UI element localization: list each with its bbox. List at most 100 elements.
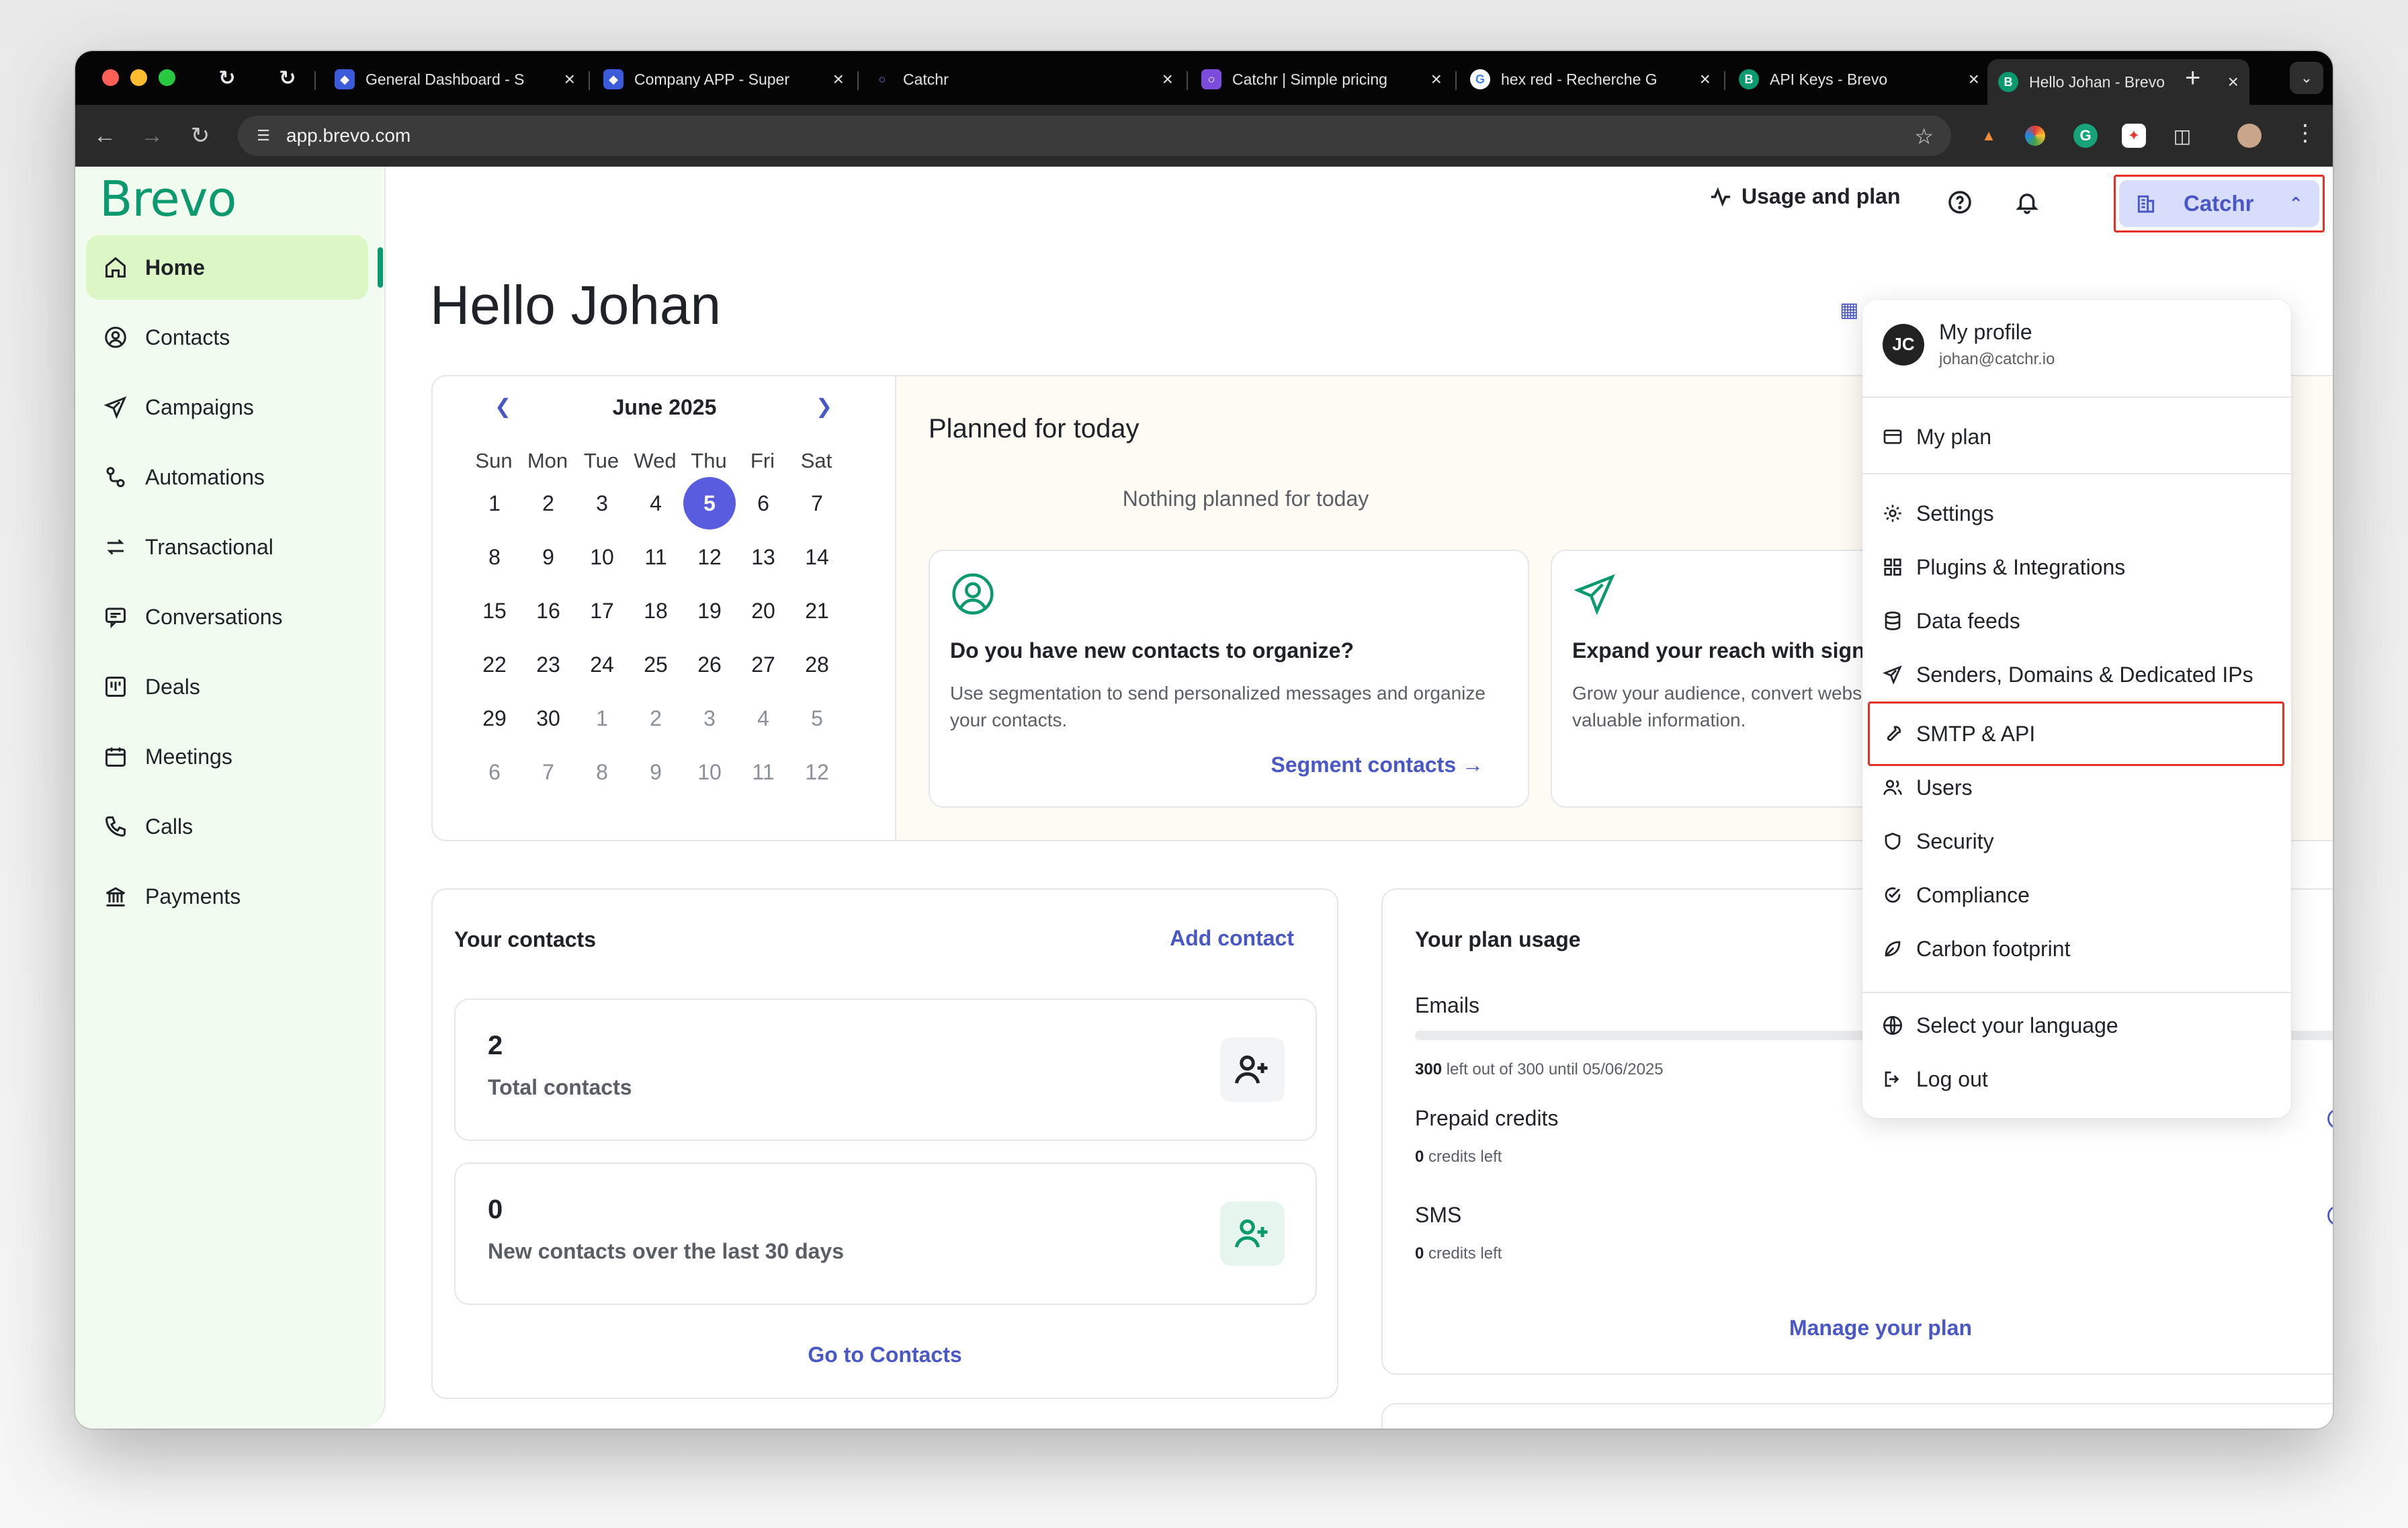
calendar-day[interactable]: 11: [630, 531, 682, 583]
browser-menu-icon[interactable]: ⋮: [2294, 120, 2317, 146]
menu-item-plugins[interactable]: Plugins & Integrations: [1881, 548, 2125, 586]
calendar-day[interactable]: 3: [683, 692, 736, 745]
url-text[interactable]: app.brevo.com: [286, 125, 411, 146]
brevo-logo[interactable]: Brevo: [99, 171, 236, 227]
sidebar-item-payments[interactable]: Payments: [86, 864, 368, 929]
calendar-day[interactable]: 13: [737, 531, 789, 583]
pinned-tab-reload-icon[interactable]: ↻: [212, 63, 242, 93]
minimize-window-button[interactable]: [130, 69, 147, 86]
menu-item-carbon-footprint[interactable]: Carbon footprint: [1881, 930, 2070, 968]
calendar-day[interactable]: 5: [683, 477, 736, 529]
calendar-day[interactable]: 10: [576, 531, 628, 583]
menu-item-settings[interactable]: Settings: [1881, 495, 1994, 532]
calendar-day[interactable]: 29: [468, 692, 521, 745]
address-bar[interactable]: ☰ app.brevo.com ☆: [238, 116, 1951, 156]
sidebar-item-transactional[interactable]: Transactional: [86, 515, 368, 579]
bookmark-star-icon[interactable]: ☆: [1914, 124, 1934, 149]
calendar-day[interactable]: 26: [683, 638, 736, 691]
usage-and-plan-link[interactable]: Usage and plan: [1709, 184, 1901, 209]
total-contacts-stat[interactable]: 2 Total contacts: [454, 999, 1317, 1141]
close-tab-icon[interactable]: ×: [1162, 69, 1173, 90]
help-icon[interactable]: [1947, 189, 1973, 218]
calendar-day[interactable]: 20: [737, 585, 789, 637]
browser-tab[interactable]: B API Keys - Brevo ×: [1728, 59, 1990, 99]
menu-item-senders-domains[interactable]: Senders, Domains & Dedicated IPs: [1881, 656, 2253, 693]
calendar-day[interactable]: 9: [522, 531, 574, 583]
pinned-tab-reload-icon[interactable]: ↻: [273, 63, 302, 93]
close-tab-icon[interactable]: ×: [1700, 69, 1711, 90]
site-info-icon[interactable]: ☰: [253, 125, 274, 146]
close-tab-icon[interactable]: ×: [2228, 71, 2239, 93]
add-contact-link[interactable]: Add contact: [1170, 926, 1294, 951]
calendar-day[interactable]: 28: [791, 638, 843, 691]
calendar-day[interactable]: 17: [576, 585, 628, 637]
menu-item-users[interactable]: Users: [1881, 769, 1973, 806]
menu-item-data-feeds[interactable]: Data feeds: [1881, 602, 2020, 640]
extension-grammarly-icon[interactable]: G: [2073, 124, 2098, 148]
notifications-bell-icon[interactable]: [2014, 189, 2040, 218]
close-tab-icon[interactable]: ×: [1969, 69, 1979, 90]
menu-item-my-plan[interactable]: My plan: [1881, 418, 1991, 456]
calendar-day[interactable]: 5: [791, 692, 843, 745]
calendar-day[interactable]: 4: [737, 692, 789, 745]
calendar-day[interactable]: 2: [630, 692, 682, 745]
back-arrow-icon[interactable]: ←: [90, 121, 120, 151]
calendar-day[interactable]: 14: [791, 531, 843, 583]
menu-item-compliance[interactable]: Compliance: [1881, 876, 2030, 914]
calendar-day[interactable]: 16: [522, 585, 574, 637]
calendar-day[interactable]: 1: [576, 692, 628, 745]
calendar-day[interactable]: 12: [791, 746, 843, 798]
calendar-day[interactable]: 30: [522, 692, 574, 745]
browser-tab[interactable]: ◆ General Dashboard - S ×: [324, 59, 586, 99]
calendar-day[interactable]: 24: [576, 638, 628, 691]
extension-clipper-icon[interactable]: ✦: [2122, 124, 2146, 148]
extensions-puzzle-icon[interactable]: ◫: [2170, 124, 2194, 148]
new-tab-button[interactable]: +: [2185, 65, 2200, 91]
add-prepaid-credits-icon[interactable]: [2326, 1107, 2333, 1130]
reload-icon[interactable]: ↻: [185, 121, 215, 151]
calendar-day[interactable]: 1: [468, 477, 521, 529]
calendar-day[interactable]: 27: [737, 638, 789, 691]
calendar-day[interactable]: 8: [576, 746, 628, 798]
calendar-day[interactable]: 6: [468, 746, 521, 798]
menu-item-log-out[interactable]: Log out: [1881, 1060, 1988, 1098]
sidebar-item-home[interactable]: Home: [86, 235, 368, 300]
close-tab-icon[interactable]: ×: [1431, 69, 1442, 90]
account-menu-button-inner[interactable]: Catchr ⌃: [2119, 180, 2319, 227]
calendar-day[interactable]: 15: [468, 585, 521, 637]
forward-arrow-icon[interactable]: →: [137, 121, 167, 151]
calendar-day[interactable]: 25: [630, 638, 682, 691]
browser-tab[interactable]: ○ Catchr ×: [861, 59, 1184, 99]
calendar-day[interactable]: 7: [522, 746, 574, 798]
calendar-day[interactable]: 10: [683, 746, 736, 798]
calendar-day[interactable]: 21: [791, 585, 843, 637]
calendar-day[interactable]: 9: [630, 746, 682, 798]
zoom-window-button[interactable]: [159, 69, 175, 86]
calendar-day[interactable]: 12: [683, 531, 736, 583]
calendar-day[interactable]: 23: [522, 638, 574, 691]
calendar-day[interactable]: 19: [683, 585, 736, 637]
sidebar-item-conversations[interactable]: Conversations: [86, 585, 368, 649]
browser-tab-active[interactable]: B Hello Johan - Brevo ×: [1987, 59, 2249, 105]
sidebar-item-calls[interactable]: Calls: [86, 794, 368, 859]
manage-plan-link[interactable]: Manage your plan: [1383, 1316, 2333, 1341]
extension-fox-icon[interactable]: ▲: [1977, 124, 2001, 148]
menu-item-smtp-api[interactable]: SMTP & API: [1881, 715, 2035, 753]
go-to-contacts-link[interactable]: Go to Contacts: [433, 1343, 1337, 1367]
browser-tab[interactable]: ◆ Company APP - Super ×: [593, 59, 855, 99]
customize-grid-icon[interactable]: ▦: [1840, 298, 1858, 322]
browser-tab[interactable]: ○ Catchr | Simple pricing ×: [1191, 59, 1453, 99]
calendar-day[interactable]: 18: [630, 585, 682, 637]
account-menu-button[interactable]: Catchr ⌃: [2114, 175, 2325, 232]
new-contacts-stat[interactable]: 0 New contacts over the last 30 days: [454, 1162, 1317, 1305]
sidebar-item-deals[interactable]: Deals: [86, 654, 368, 719]
chevron-right-icon[interactable]: ❯: [816, 395, 832, 419]
calendar-day[interactable]: 3: [576, 477, 628, 529]
add-sms-credits-icon[interactable]: [2326, 1204, 2333, 1227]
sidebar-item-automations[interactable]: Automations: [86, 445, 368, 509]
tab-search-button[interactable]: ⌄: [2290, 62, 2323, 94]
calendar-day[interactable]: 4: [630, 477, 682, 529]
calendar-day[interactable]: 7: [791, 477, 843, 529]
menu-item-language[interactable]: Select your language: [1881, 1007, 2118, 1044]
browser-tab[interactable]: G hex red - Recherche G ×: [1459, 59, 1721, 99]
